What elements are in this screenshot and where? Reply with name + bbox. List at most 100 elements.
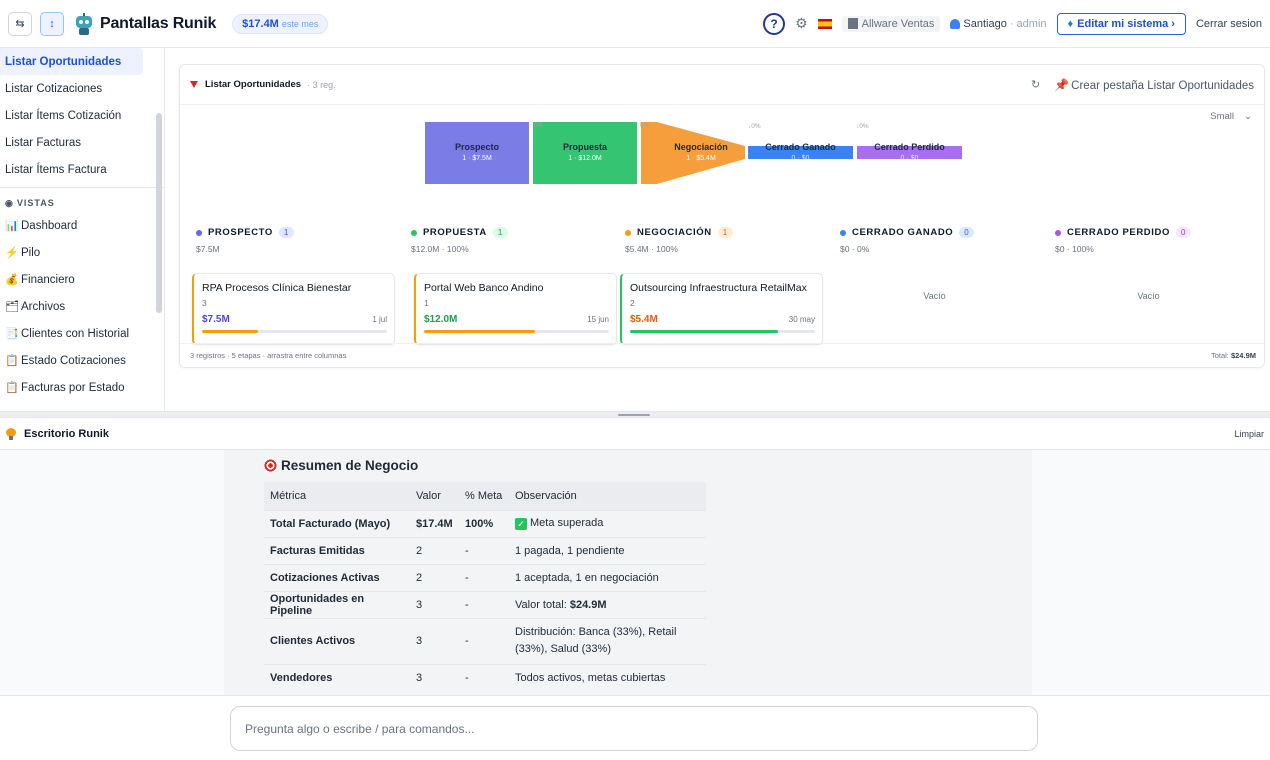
sidebar-item-listar-cotizaciones[interactable]: Listar Cotizaciones — [0, 75, 164, 102]
meta-cell: 100% — [459, 509, 509, 537]
stage-summary: $0 · 0% — [840, 244, 870, 254]
metric-cell: Oportunidades en Pipeline — [264, 590, 410, 618]
panel-splitter[interactable] — [0, 411, 1270, 418]
footer-total-value: $24.9M — [1230, 351, 1256, 360]
desk-body: Resumen de Negocio Métrica Valor% Meta Obs… — [0, 450, 1270, 695]
user-icon — [950, 18, 961, 29]
sidebar-item-label: Estado Cotizaciones — [21, 354, 126, 367]
column-header: Observación — [509, 482, 706, 510]
sidebar-item-listar-facturas[interactable]: Listar Facturas — [0, 129, 164, 156]
sidebar-item-listar-items-factura[interactable]: Listar Ítems Factura — [0, 156, 164, 183]
section-label: VISTAS — [16, 198, 55, 208]
column-header: % Meta — [459, 482, 509, 510]
main-panel: Listar Oportunidades · 3 reg. ↻ 📌 Crear p… — [165, 48, 1270, 411]
sidebar-section-vistas: ◉ VISTAS — [0, 194, 164, 212]
funnel-conversion-pct: 0% — [640, 122, 650, 129]
gear-icon[interactable]: ⚙ — [795, 15, 808, 32]
opportunity-card[interactable]: Portal Web Banco Andino 1 $12.0M 15 jun — [414, 273, 617, 345]
opportunity-meta: $12.0M 15 jun — [424, 314, 609, 325]
card-title: Listar Oportunidades — [205, 79, 302, 90]
value-cell: 3 — [410, 590, 459, 618]
summary-title-text: Resumen de Negocio — [281, 458, 419, 473]
observation-cell: Distribución: Banca (33%), Retail (33%),… — [509, 617, 706, 664]
user-menu[interactable]: Santiago · admin — [950, 17, 1047, 30]
collapse-triangle-icon[interactable] — [190, 81, 198, 88]
top-bar: ⇆ ↕ Pantallas Runik $17.4M este mes ? ⚙ A… — [0, 0, 1270, 48]
sidebar-divider — [0, 187, 164, 188]
sidebar-item-view[interactable]: ⚡ Pilo — [0, 239, 164, 266]
opportunity-meta: $5.4M 30 may — [630, 314, 815, 325]
stage-name: PROPUESTA 1 — [411, 227, 611, 238]
chat-column: Resumen de Negocio Métrica Valor% Meta Obs… — [224, 450, 1032, 695]
stage-headers: PROSPECTO 1 $7.5M PROPUESTA 1 $12.0M · 100% NE… — [196, 227, 1266, 257]
stage-name: CERRADO GANADO 0 — [840, 227, 1040, 238]
meta-cell: - — [459, 663, 509, 691]
observation-text: 1 aceptada, 1 en negociación — [515, 571, 659, 584]
stage-summary: $5.4M · 100% — [625, 244, 678, 254]
refresh-icon[interactable]: ↻ — [1031, 78, 1040, 91]
edit-system-label: Editar mi sistema › — [1077, 17, 1175, 30]
desk-title: Escritorio Runik — [24, 427, 109, 440]
progress-track — [202, 330, 387, 333]
sidebar-item-label: Facturas por Estado — [21, 381, 125, 394]
opportunity-card[interactable]: RPA Procesos Clínica Bienestar 3 $7.5M 1 ju… — [192, 273, 395, 345]
robot-small-icon: ♦ — [1067, 17, 1074, 30]
sidebar-item-view[interactable]: 📋 Facturas por Estado — [0, 374, 164, 401]
sidebar-item-listar-oportunidades[interactable]: Listar Oportunidades — [0, 48, 143, 75]
size-selector[interactable]: Small ⌄ — [1210, 111, 1252, 122]
desk-header: Escritorio Runik Limpiar — [0, 418, 1270, 450]
clipboard-icon: 📋 — [5, 382, 19, 394]
opportunity-card[interactable]: Outsourcing Infraestructura RetailMax 2 $5… — [620, 273, 823, 345]
funnel-segment[interactable] — [641, 122, 745, 184]
sidebar-item-listar-items-cotizacion[interactable]: Listar Ítems Cotización — [0, 102, 164, 129]
user-name: Santiago — [963, 17, 1007, 30]
clipboard-icon: 📋 — [5, 355, 19, 367]
pin-icon: 📌 — [1054, 77, 1070, 92]
help-button[interactable]: ? — [763, 12, 786, 35]
sidebar-item-view[interactable]: 📑 Clientes con Historial — [0, 320, 164, 347]
funnel-stage-sub: 0 · $0 — [901, 155, 919, 162]
sidebar-item-view[interactable]: 🗂 Archivos — [0, 293, 164, 320]
swap-vertical-button[interactable]: ↕ — [40, 11, 64, 36]
sidebar-item-view[interactable]: 📊 Dashboard — [0, 212, 164, 239]
swap-icon: ⇆ — [15, 18, 25, 30]
funnel-stage-sub: 0 · $0 — [792, 155, 810, 162]
meta-cell: - — [459, 590, 509, 618]
opportunity-number: 1 — [424, 298, 429, 308]
stage-header: NEGOCIACIÓN 1 $5.4M · 100% — [625, 227, 825, 254]
opportunity-number: 3 — [202, 298, 207, 308]
stage-dot-icon — [840, 229, 846, 236]
funnel-stage-name: Prospecto — [455, 142, 500, 152]
splitter-grip[interactable] — [618, 414, 650, 416]
create-tab-label: Crear pestaña Listar Oportunidades — [1071, 79, 1254, 92]
sidebar-item-label: Archivos — [21, 300, 66, 313]
funnel-stage-sub: 1 · $5.4M — [686, 155, 716, 162]
swap-horizontal-button[interactable]: ⇆ — [8, 11, 32, 36]
sidebar-scrollbar[interactable] — [156, 113, 162, 313]
company-selector[interactable]: Allware Ventas — [841, 15, 941, 32]
sidebar-item-label: Clientes con Historial — [21, 327, 130, 340]
stage-count-badge: 1 — [278, 227, 294, 238]
sidebar-item-view[interactable]: 📋 Estado Cotizaciones — [0, 347, 164, 374]
robot-logo-icon — [74, 12, 94, 35]
chat-input[interactable] — [230, 706, 1038, 751]
observation-text: Meta superada — [530, 517, 604, 529]
edit-system-button[interactable]: ♦ Editar mi sistema › — [1056, 12, 1186, 35]
funnel-segment[interactable] — [533, 122, 637, 184]
stage-header: CERRADO GANADO 0 $0 · 0% — [840, 227, 1040, 254]
spain-flag-icon[interactable] — [817, 18, 832, 29]
metric-cell: Vendedores — [264, 663, 410, 691]
summary-header-row: Métrica Valor% Meta Observación — [264, 482, 706, 510]
stage-dot-icon — [1055, 229, 1061, 236]
metric-cell: Cotizaciones Activas — [264, 563, 410, 591]
clear-button[interactable]: Limpiar — [1234, 429, 1264, 439]
observation-cell: Valor total: $24.9M — [509, 590, 706, 618]
stage-name: PROSPECTO 1 — [196, 227, 396, 238]
revenue-value: $17.4M — [242, 17, 279, 30]
create-tab-button[interactable]: 📌 Crear pestaña Listar Oportunidades — [1054, 78, 1254, 92]
funnel-segment[interactable] — [425, 122, 529, 184]
sidebar-item-label: Financiero — [21, 273, 75, 286]
logout-button[interactable]: Cerrar sesion — [1196, 18, 1262, 30]
sidebar-item-view[interactable]: 💰 Financiero — [0, 266, 164, 293]
opportunity-number: 2 — [630, 298, 635, 308]
